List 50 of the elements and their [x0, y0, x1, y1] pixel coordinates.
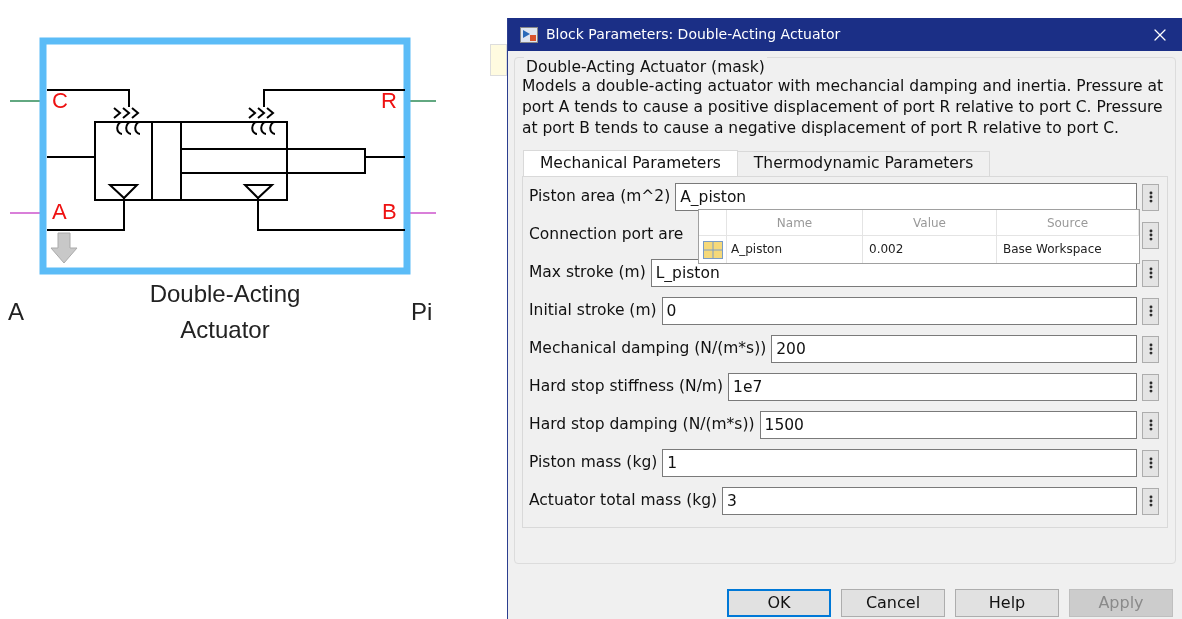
parameter-label: Initial stroke (m)	[529, 300, 657, 322]
more-options-button[interactable]	[1142, 297, 1159, 325]
more-options-button[interactable]	[1142, 221, 1159, 249]
parameter-label: Hard stop damping (N/(m*s))	[529, 414, 755, 436]
more-options-button[interactable]	[1142, 411, 1159, 439]
variable-icon	[702, 240, 723, 259]
column-header: Source	[997, 210, 1139, 235]
more-options-button[interactable]	[1142, 373, 1159, 401]
column-header: Name	[727, 210, 863, 235]
background-window-edge	[490, 44, 507, 76]
column-header: Value	[863, 210, 997, 235]
parameter-field[interactable]: 1500	[759, 411, 1137, 439]
more-options-button[interactable]	[1142, 259, 1159, 287]
dialog-button[interactable]: Help	[955, 589, 1059, 617]
parameter-label: Piston area (m^2)	[529, 186, 671, 208]
tab[interactable]: Mechanical Parameters	[523, 150, 738, 177]
variable-name[interactable]: A_piston	[727, 236, 863, 263]
window-title: Block Parameters: Double-Acting Actuator	[546, 25, 842, 44]
parameter-label: Max stroke (m)	[529, 262, 646, 284]
more-options-button[interactable]	[1142, 335, 1159, 363]
neighbor-block-label: Pi	[411, 297, 433, 327]
down-arrow-icon	[50, 232, 78, 264]
parameter-field[interactable]: 3	[722, 487, 1137, 515]
more-options-button[interactable]	[1142, 183, 1159, 211]
tab[interactable]: Thermodynamic Parameters	[737, 151, 991, 176]
port-label: C	[52, 87, 68, 115]
port-label: R	[381, 87, 397, 115]
neighbor-block-label: A	[8, 297, 24, 327]
parameter-field[interactable]: 1e7	[728, 373, 1137, 401]
parameter-label: Connection port are	[529, 224, 684, 246]
parameter-field[interactable]: 200	[771, 335, 1137, 363]
more-options-button[interactable]	[1142, 449, 1159, 477]
parameter-label: Mechanical damping (N/(m*s))	[529, 338, 767, 360]
parameter-field[interactable]: 0	[661, 297, 1137, 325]
description-text: Models a double-acting actuator with mechancial damping and inertia. Pressure at port A tends to cause a positive displacement of port R relative to port C. Pressure at port B tends to cause a negative displacement of port R relative to port C.	[522, 76, 1165, 139]
app-icon	[520, 26, 538, 43]
dialog-button[interactable]: OK	[727, 589, 831, 617]
parameter-field[interactable]: A_piston	[675, 183, 1137, 211]
group-title: Double-Acting Actuator (mask)	[524, 57, 767, 77]
variable-value: 0.002	[863, 236, 997, 263]
parameter-label: Actuator total mass (kg)	[529, 490, 718, 512]
parameter-label: Hard stop stiffness (N/m)	[529, 376, 723, 398]
port-label: A	[52, 198, 67, 226]
more-options-button[interactable]	[1142, 487, 1159, 515]
block-name: Double-Acting Actuator	[148, 279, 302, 345]
parameter-field[interactable]: 1	[662, 449, 1137, 477]
dialog-button[interactable]: Cancel	[841, 589, 945, 617]
variable-source: Base Workspace	[1002, 241, 1103, 258]
parameter-label: Piston mass (kg)	[529, 452, 658, 474]
port-label: B	[382, 198, 397, 226]
